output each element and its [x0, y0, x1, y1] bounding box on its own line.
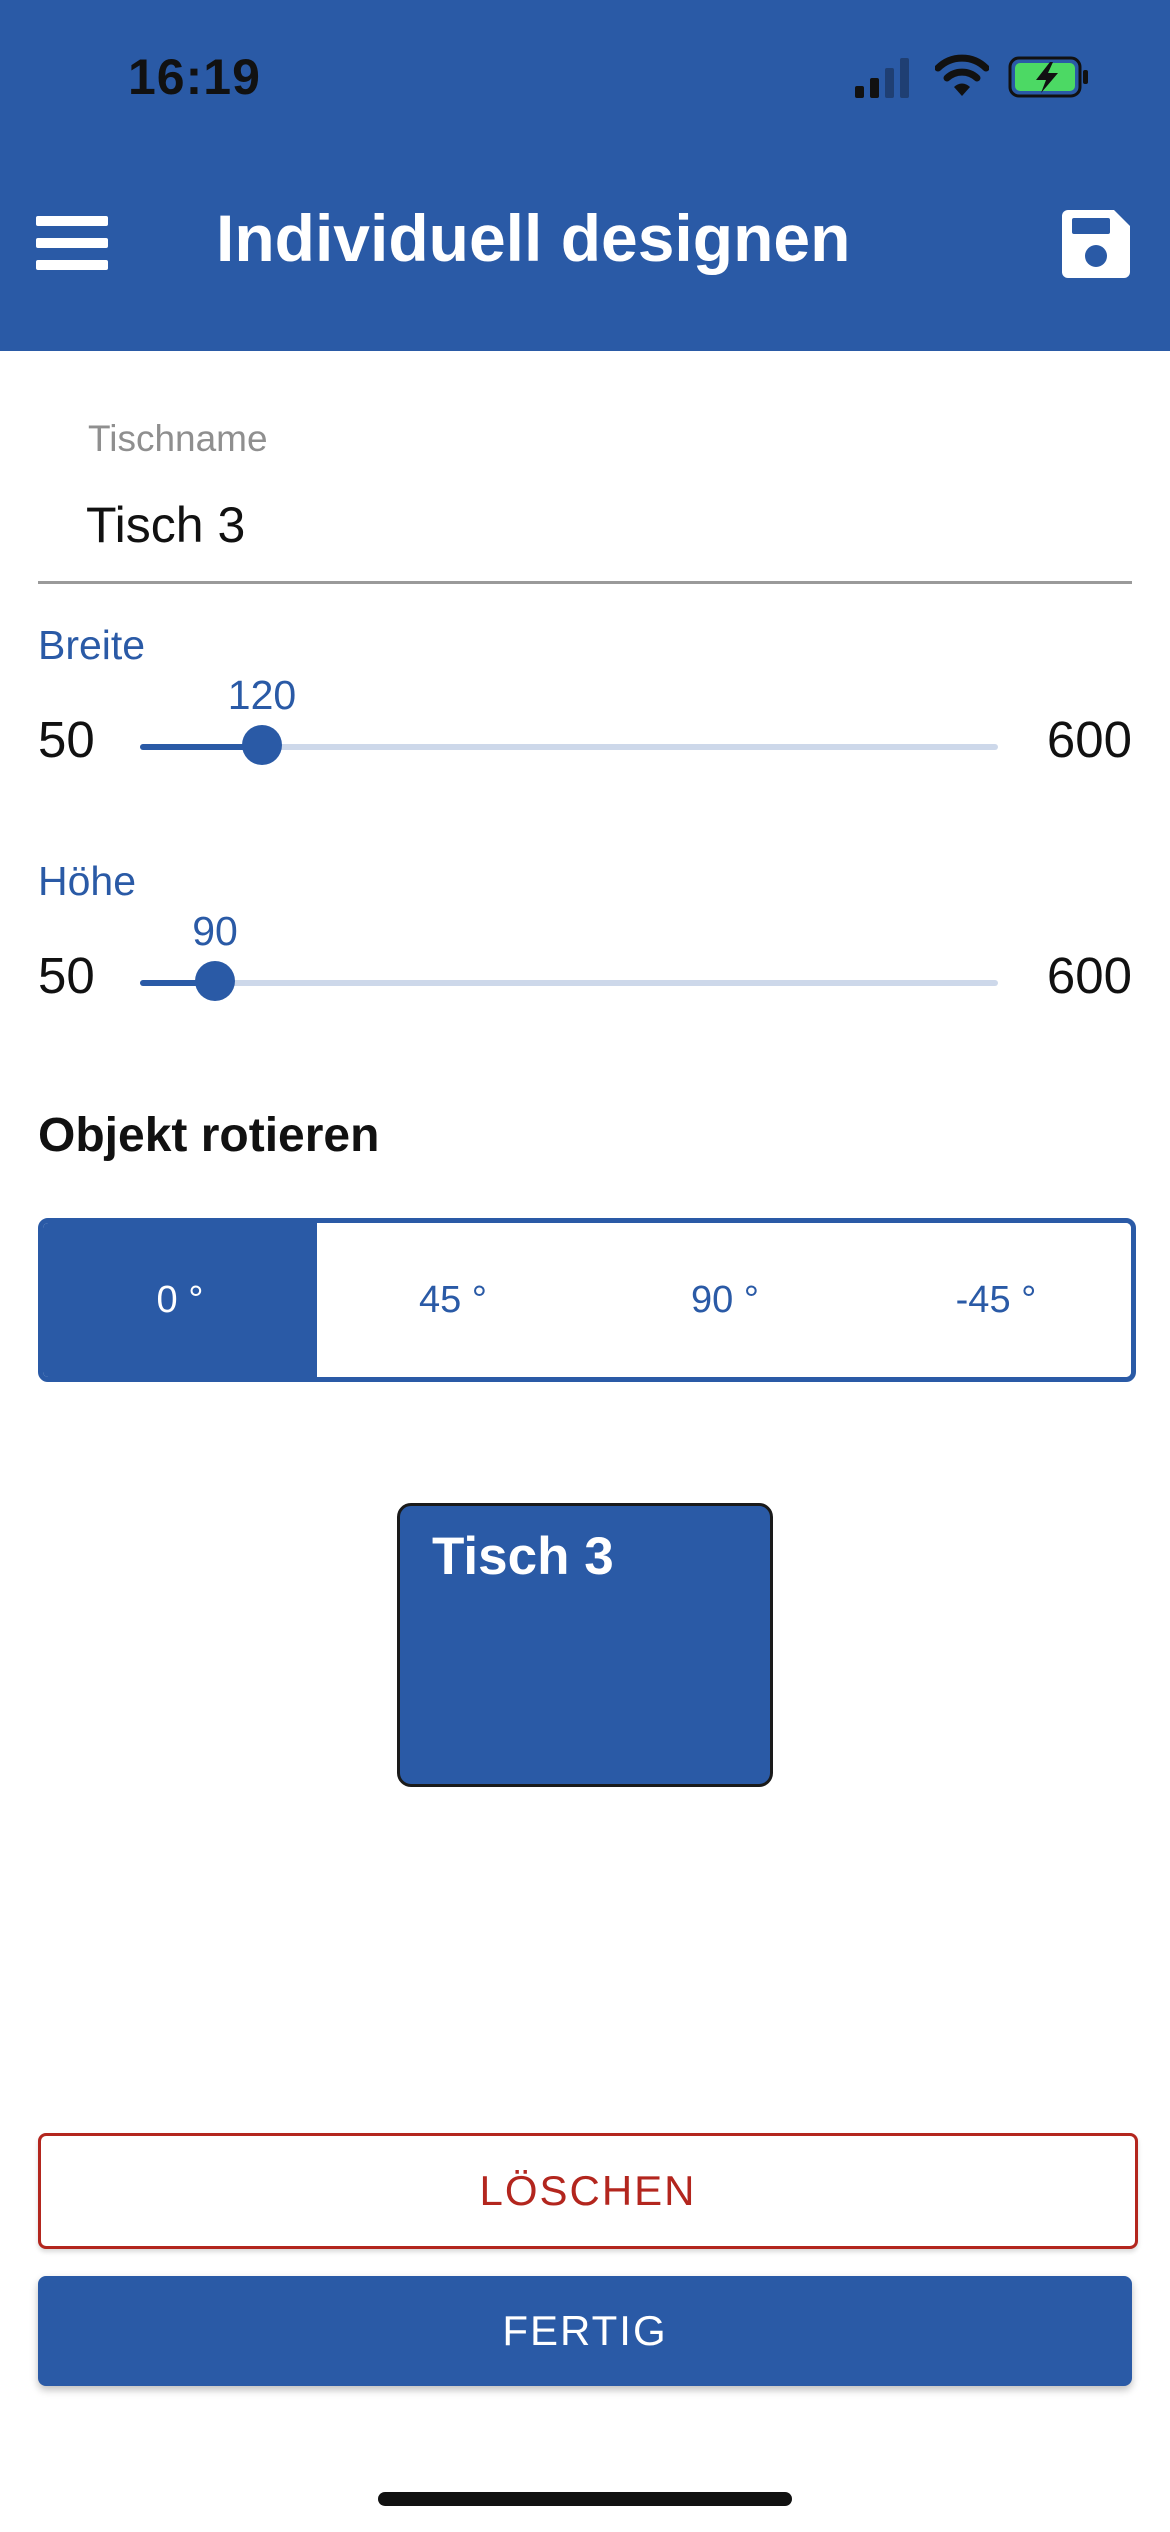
hoehe-max: 600: [1046, 947, 1132, 1004]
rotation-option-90[interactable]: 90 °: [589, 1223, 861, 1377]
table-name-input[interactable]: [86, 490, 1086, 560]
table-preview-name: Tisch 3: [432, 1527, 614, 1586]
rotation-title: Objekt rotieren: [38, 1109, 380, 1162]
hoehe-label: Höhe: [38, 858, 137, 904]
hoehe-slider-thumb[interactable]: [195, 961, 235, 1001]
breite-min: 50: [38, 711, 95, 768]
rotation-option-0[interactable]: 0 °: [43, 1223, 317, 1377]
rotation-option-45[interactable]: 45 °: [317, 1223, 589, 1377]
done-button[interactable]: FERTIG: [38, 2276, 1132, 2386]
breite-value: 120: [227, 672, 297, 718]
table-name-label: Tischname: [88, 418, 268, 459]
hoehe-slider[interactable]: 90: [140, 908, 998, 1001]
floppy-disk-icon: [1062, 210, 1130, 278]
home-indicator: [378, 2492, 792, 2506]
table-preview[interactable]: Tisch 3: [397, 1503, 773, 1787]
rotation-segmented-control: 0 ° 45 ° 90 ° -45 °: [38, 1218, 1136, 1382]
battery-charging-icon: [1008, 56, 1088, 98]
breite-slider[interactable]: 120: [140, 672, 998, 765]
cellular-signal-icon: [855, 58, 909, 98]
save-button[interactable]: [1060, 208, 1132, 280]
hoehe-value: 90: [192, 908, 238, 954]
breite-slider-thumb[interactable]: [242, 725, 282, 765]
status-time: 16:19: [128, 49, 261, 105]
app-header: 16:19 Individuell designen: [0, 0, 1170, 351]
breite-label: Breite: [38, 622, 146, 668]
hoehe-min: 50: [38, 947, 95, 1004]
breite-max: 600: [1046, 711, 1132, 768]
hamburger-menu-icon: [36, 216, 108, 226]
menu-button[interactable]: [36, 210, 108, 276]
page-title: Individuell designen: [216, 201, 851, 275]
delete-button[interactable]: LÖSCHEN: [38, 2133, 1138, 2249]
table-name-underline: [38, 581, 1132, 584]
wifi-icon: [935, 54, 989, 96]
rotation-option-minus-45[interactable]: -45 °: [861, 1223, 1131, 1377]
